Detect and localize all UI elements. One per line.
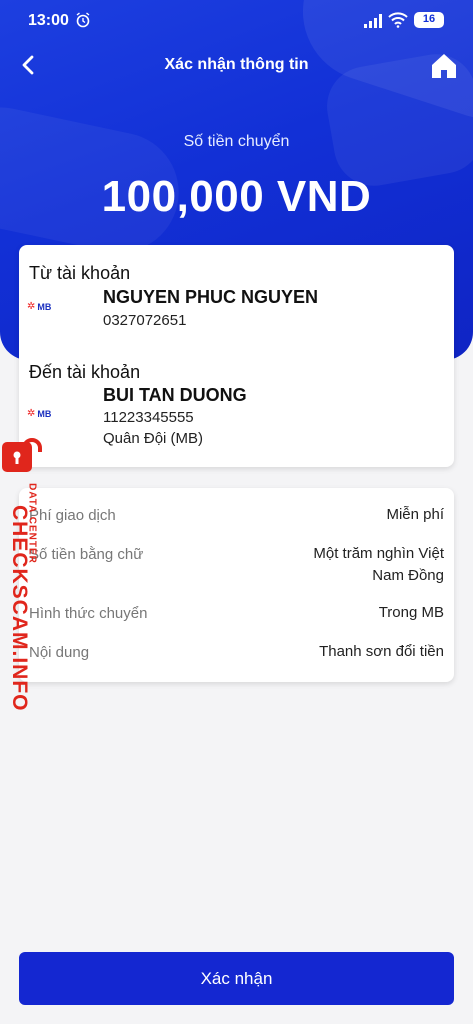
account-card: Từ tài khoản ✲ MB NGUYEN PHUC NGUYEN 032… <box>19 245 454 467</box>
alarm-icon <box>76 12 90 28</box>
status-bar: 13:00 16 <box>0 0 473 42</box>
mb-bank-logo: ✲ MB <box>27 301 51 312</box>
bank-logo-text: MB <box>37 408 52 419</box>
from-account-label: Từ tài khoản <box>29 263 131 283</box>
page-title: Xác nhận thông tin <box>164 56 309 73</box>
fee-value: Miễn phí <box>386 506 444 523</box>
amount-words-line: Một trăm nghìn Việt <box>313 545 444 562</box>
star-icon: ✲ <box>27 301 36 312</box>
transaction-details-card: Phí giao dịch Miễn phí Số tiền bằng chữ … <box>19 488 454 682</box>
from-account-number: 0327072651 <box>103 312 187 329</box>
mb-bank-logo: ✲ MB <box>27 408 51 419</box>
amount-words-value: Một trăm nghìn Việt Nam Đồng <box>313 543 444 587</box>
to-account-number: 11223345555 <box>103 409 194 426</box>
from-account-name: NGUYEN PHUC NGUYEN <box>103 287 319 307</box>
status-time: 13:00 <box>28 12 69 29</box>
transfer-type-value: Trong MB <box>378 604 444 621</box>
watermark-text: CHECKSCAM.INFO <box>8 505 31 712</box>
home-icon[interactable] <box>430 52 458 80</box>
star-icon: ✲ <box>27 408 36 419</box>
bank-logo-text: MB <box>37 301 52 312</box>
amount-label: Số tiền chuyển <box>183 133 290 150</box>
battery-level: 16 <box>422 13 436 25</box>
to-account-name: BUI TAN DUONG <box>103 385 247 405</box>
to-bank-name: Quân Đội (MB) <box>103 430 204 447</box>
battery-icon: 16 <box>414 12 444 28</box>
to-account-label: Đến tài khoản <box>29 362 141 382</box>
watermark: DATA CENTER CHECKSCAM.INFO <box>2 438 52 712</box>
wifi-icon <box>388 12 408 28</box>
content-value: Thanh sơn đổi tiền <box>319 643 444 660</box>
signal-icon <box>364 14 382 28</box>
amount-words-line: Nam Đồng <box>372 567 444 584</box>
confirm-button[interactable]: Xác nhận <box>19 952 454 1005</box>
lock-icon <box>2 438 42 472</box>
amount-value: 100,000 VND <box>101 172 372 221</box>
